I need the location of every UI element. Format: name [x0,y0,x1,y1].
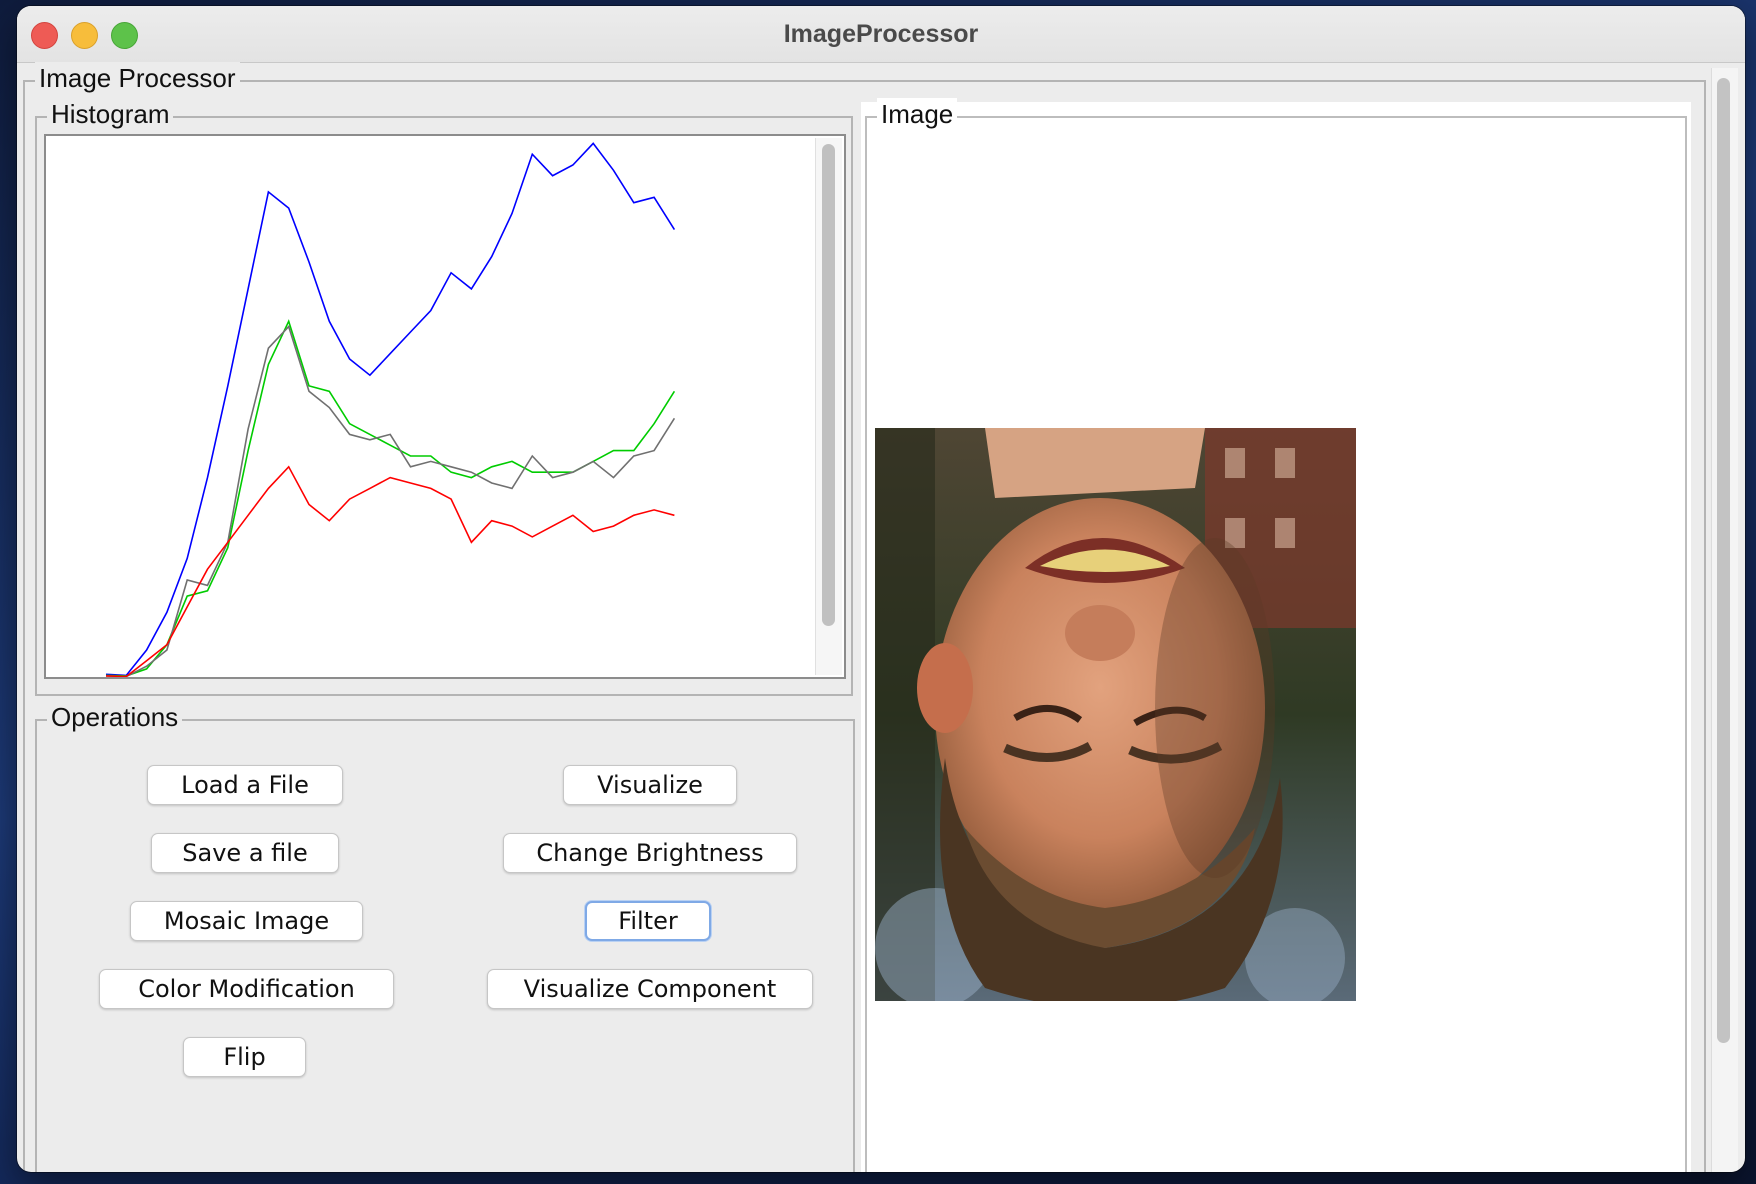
title-bar[interactable]: ImageProcessor [17,6,1745,63]
histogram-panel: Histogram [35,98,853,696]
visualize-component-button[interactable]: Visualize Component [487,969,813,1009]
histogram-chart [44,134,846,679]
flipped-portrait-image [875,428,1356,1001]
image-processor-panel-label: Image Processor [35,62,240,94]
histogram-plot [105,142,676,677]
load-file-button[interactable]: Load a File [147,765,343,805]
flip-button[interactable]: Flip [183,1037,306,1077]
operations-panel: Operations Load a File Visualize Save a … [35,701,855,1172]
image-panel-label: Image [877,98,958,130]
mosaic-image-button[interactable]: Mosaic Image [130,901,363,941]
filter-button[interactable]: Filter [585,901,711,941]
histogram-series-line-3 [105,465,675,677]
histogram-panel-label: Histogram [47,98,174,130]
histogram-series-line-2 [105,325,676,677]
window-scrollbar-thumb[interactable] [1717,78,1730,1043]
app-window: ImageProcessor Image Processor Histogram… [17,6,1745,1172]
color-modification-button[interactable]: Color Modification [99,969,394,1009]
save-file-button[interactable]: Save a file [151,833,339,873]
window-title: ImageProcessor [783,20,979,48]
histogram-scrollbar-thumb[interactable] [822,144,835,626]
operations-panel-label: Operations [47,701,183,733]
change-brightness-button[interactable]: Change Brightness [503,833,797,873]
visualize-button[interactable]: Visualize [563,765,737,805]
histogram-series-line-1 [105,319,676,677]
loaded-image [875,428,1356,1001]
